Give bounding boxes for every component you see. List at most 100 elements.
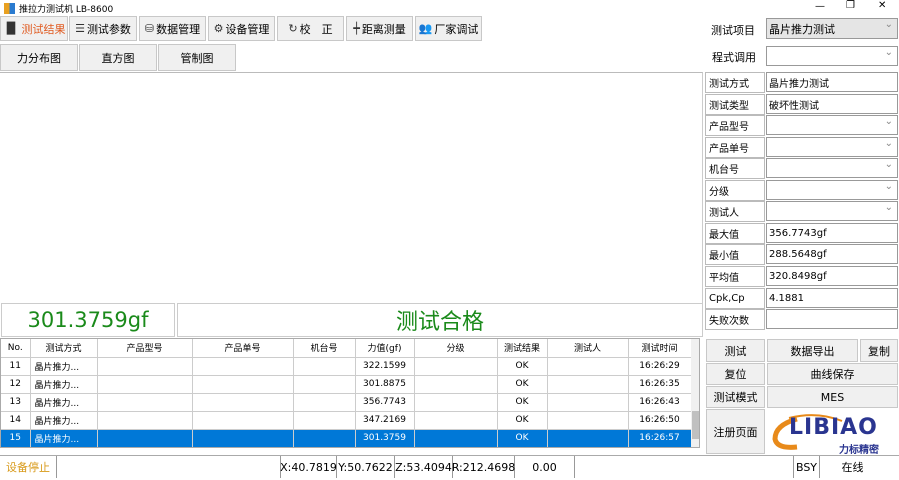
refresh-icon: ↻ (288, 22, 298, 35)
field-value[interactable]: 4.1881 (766, 288, 898, 308)
result-value: 301.3759gf (1, 303, 175, 337)
select-value: 晶片推力测试 (769, 22, 835, 36)
column-header[interactable]: 测试时间 (628, 339, 692, 358)
column-header[interactable]: 分级 (414, 339, 498, 358)
column-header[interactable]: No. (1, 339, 31, 358)
column-header[interactable]: 力值(gf) (355, 339, 415, 358)
table-cell: 16:26:57 (628, 429, 692, 447)
column-header[interactable]: 测试方式 (30, 339, 98, 358)
table-cell: 11 (1, 357, 31, 376)
table-cell: 14 (1, 411, 31, 430)
program-select[interactable] (766, 46, 898, 66)
field-label: 测试类型 (705, 94, 765, 115)
export-button[interactable]: 数据导出 (767, 339, 858, 362)
table-cell (192, 393, 294, 412)
field-value[interactable]: 320.8498gf (766, 266, 898, 286)
field-label: 机台号 (705, 158, 765, 179)
field-value[interactable]: 356.7743gf (766, 223, 898, 243)
toolbar-button-3[interactable]: ⚙ 设备管理 (208, 16, 275, 41)
reset-button[interactable]: 复位 (706, 363, 765, 385)
maximize-button[interactable]: ❐ (846, 0, 855, 11)
logo-subtext: 力标精密 (839, 445, 879, 456)
test-mode-button[interactable]: 测试模式 (706, 386, 765, 408)
table-cell: 301.8875 (355, 375, 415, 394)
test-button[interactable]: 测试 (706, 339, 765, 362)
column-header[interactable]: 机台号 (293, 339, 356, 358)
field-label: 最小值 (705, 244, 765, 265)
save-curve-button[interactable]: 曲线保存 (767, 363, 898, 385)
field-label: 产品单号 (705, 137, 765, 158)
table-cell (293, 357, 356, 376)
toolbar-button-2[interactable]: ⛁ 数据管理 (139, 16, 206, 41)
toolbar-button-0[interactable]: ▐▌ 测试结果 (0, 16, 68, 41)
table-cell (293, 393, 356, 412)
table-cell (97, 393, 193, 412)
register-button[interactable]: 注册页面 (706, 409, 765, 454)
toolbar-button-6[interactable]: 👥 厂家调试 (415, 16, 482, 41)
tab-force-distribution[interactable]: 力分布图 (0, 44, 78, 71)
toolbar-label: 测试结果 (21, 22, 66, 36)
column-header[interactable]: 测试结果 (497, 339, 548, 358)
table-row[interactable]: 12 晶片推力... 301.8875 OK 16:26:35 (1, 375, 692, 394)
table-cell: 12 (1, 375, 31, 394)
field-value[interactable] (766, 309, 898, 329)
field-value-text: 320.8498gf (769, 270, 827, 282)
table-cell: 347.2169 (355, 411, 415, 430)
mes-button[interactable]: MES (767, 386, 898, 408)
scrollbar-thumb[interactable] (692, 411, 699, 439)
table-cell (192, 357, 294, 376)
table-cell (293, 375, 356, 394)
close-button[interactable]: ✕ (878, 0, 886, 11)
table-cell (293, 429, 356, 447)
table-cell (547, 429, 629, 447)
field-value[interactable] (766, 137, 898, 157)
table-cell (547, 375, 629, 394)
field-label: 产品型号 (705, 115, 765, 136)
table-row[interactable]: 15 晶片推力... 301.3759 OK 16:26:57 (1, 429, 692, 447)
field-value[interactable] (766, 180, 898, 200)
table-cell: 16:26:43 (628, 393, 692, 412)
minimize-button[interactable]: — (815, 1, 825, 12)
tab-histogram[interactable]: 直方图 (79, 44, 157, 71)
table-cell: 晶片推力... (30, 429, 98, 447)
copy-button[interactable]: 复制 (860, 339, 898, 362)
table-cell (97, 357, 193, 376)
table-scrollbar[interactable] (691, 339, 699, 447)
test-item-select[interactable]: 晶片推力测试 (766, 18, 898, 39)
toolbar-label: 校 正 (299, 22, 333, 36)
gears-icon: ⚙ (213, 22, 224, 35)
field-value[interactable]: 破坏性测试 (766, 94, 898, 114)
table-row[interactable]: 14 晶片推力... 347.2169 OK 16:26:50 (1, 411, 692, 430)
toolbar-button-5[interactable]: ┿ 距离测量 (346, 16, 413, 41)
column-header[interactable]: 产品单号 (192, 339, 294, 358)
toolbar-label: 距离测量 (361, 22, 406, 36)
field-value[interactable] (766, 158, 898, 178)
field-value[interactable] (766, 201, 898, 221)
table-cell: OK (497, 357, 548, 376)
column-header[interactable]: 产品型号 (97, 339, 193, 358)
status-r: R:212.4698 (452, 456, 515, 478)
field-value[interactable]: 288.5648gf (766, 244, 898, 264)
table-row[interactable]: 11 晶片推力... 322.1599 OK 16:26:29 (1, 357, 692, 376)
table-row[interactable]: 13 晶片推力... 356.7743 OK 16:26:43 (1, 393, 692, 412)
table-cell (414, 357, 498, 376)
button-label: 测试模式 (713, 391, 758, 404)
field-value[interactable]: 晶片推力测试 (766, 72, 898, 92)
table-cell: 322.1599 (355, 357, 415, 376)
status-x: X:40.7819 (280, 456, 337, 478)
table-cell (192, 429, 294, 447)
column-header[interactable]: 测试人 (547, 339, 629, 358)
field-value-text: 晶片推力测试 (769, 78, 829, 90)
field-value-text: 288.5648gf (769, 248, 827, 260)
field-label: Cpk,Cp (705, 288, 765, 309)
toolbar-button-4[interactable]: ↻ 校 正 (277, 16, 344, 41)
table-cell: OK (497, 411, 548, 430)
toolbar-label: 测试参数 (86, 22, 131, 36)
results-table[interactable]: No. 测试方式 产品型号 产品单号 机台号 力值(gf) 分级 测试结果 测试人 测试时间 11… (0, 338, 700, 448)
toolbar-button-1[interactable]: ☰ 测试参数 (69, 16, 137, 41)
table-cell (414, 375, 498, 394)
field-value[interactable] (766, 115, 898, 135)
table-cell (414, 411, 498, 430)
tab-control-chart[interactable]: 管制图 (158, 44, 236, 71)
logo-text: LIBIAO (789, 415, 878, 440)
